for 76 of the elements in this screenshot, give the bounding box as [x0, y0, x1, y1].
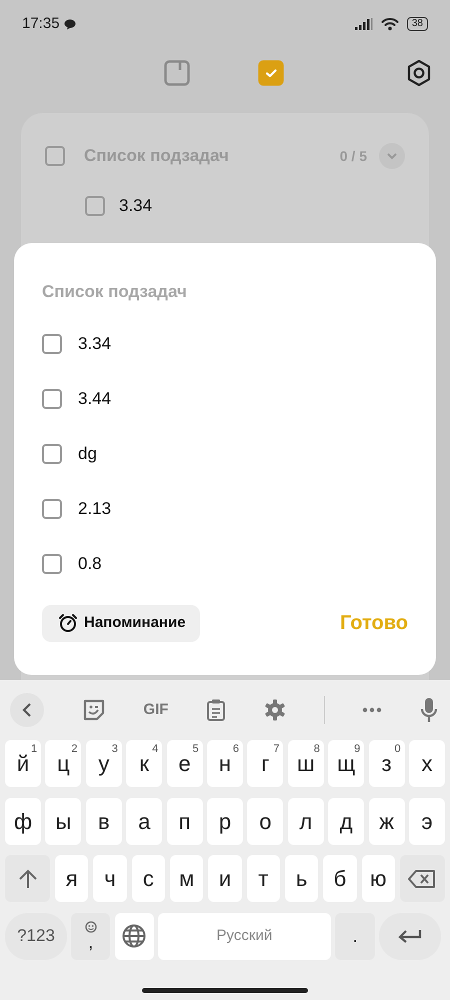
sheet-title: Список подзадач [42, 281, 188, 303]
key[interactable]: ы [45, 798, 82, 844]
key-hint: 6 [232, 742, 240, 757]
key[interactable]: ж [368, 798, 405, 844]
key[interactable]: б [323, 855, 357, 902]
sticker-icon[interactable] [82, 698, 106, 722]
checkbox[interactable] [42, 499, 62, 519]
subtask-text: 3.34 [119, 195, 152, 217]
back-button[interactable] [10, 693, 44, 727]
subtask-text: 3.44 [78, 388, 112, 410]
symbols-key[interactable]: ?123 [5, 912, 67, 960]
globe-icon [122, 924, 146, 948]
note-tab-icon[interactable] [164, 60, 190, 86]
key-hint: 9 [354, 742, 360, 757]
settings-icon[interactable] [406, 59, 432, 87]
key[interactable]: п [166, 798, 203, 844]
key[interactable]: и [208, 855, 242, 902]
arrow-up-icon [18, 868, 38, 888]
key-hint: 1 [30, 742, 38, 757]
checkbox[interactable] [42, 554, 62, 574]
checkbox[interactable] [42, 389, 62, 409]
checkbox[interactable] [42, 444, 62, 464]
key[interactable]: р [206, 798, 244, 844]
key-hint: 4 [152, 742, 158, 757]
checkbox[interactable] [85, 196, 105, 216]
wifi-icon [380, 17, 399, 31]
reminder-button[interactable]: Напоминание [42, 604, 200, 642]
key-hint: 2 [71, 742, 78, 757]
key[interactable]: л [288, 798, 324, 844]
key[interactable]: д [328, 798, 364, 844]
key[interactable]: о [247, 798, 284, 844]
key-hint: 0 [394, 742, 401, 757]
key[interactable]: а [126, 798, 162, 844]
key[interactable]: ь [284, 855, 318, 902]
key-hint: 8 [314, 742, 320, 757]
more-icon[interactable] [362, 707, 382, 713]
enter-key[interactable] [379, 912, 442, 960]
microphone-icon[interactable] [420, 697, 438, 723]
key[interactable]: х [408, 740, 445, 787]
key[interactable]: я [55, 855, 88, 902]
checkbox[interactable] [45, 146, 65, 166]
key-hint: 7 [273, 742, 280, 757]
key-hint: 3 [112, 742, 118, 757]
chevron-down-icon [387, 152, 397, 160]
backspace-icon [408, 870, 436, 888]
subtask-text: 3.34 [78, 333, 112, 356]
emoji-icon [84, 921, 97, 933]
period-key[interactable]: . [335, 912, 376, 960]
comma-key[interactable]: , [71, 912, 110, 960]
subtask-text: dg [78, 443, 97, 466]
gif-button[interactable]: GIF [143, 698, 168, 722]
shift-key[interactable] [5, 855, 50, 902]
key[interactable]: э [408, 798, 445, 844]
signal-icon [354, 18, 373, 30]
key[interactable]: т [246, 855, 280, 902]
key[interactable]: ч [93, 855, 127, 902]
key[interactable]: ф [5, 798, 42, 844]
checklist-tab-icon[interactable] [258, 60, 284, 86]
checkbox[interactable] [42, 334, 62, 354]
chat-bubble-icon [64, 18, 76, 30]
clipboard-icon[interactable] [206, 698, 226, 722]
key[interactable]: в [86, 798, 122, 844]
backspace-key[interactable] [400, 855, 445, 902]
language-key[interactable] [114, 912, 154, 960]
key[interactable]: м [170, 855, 204, 902]
space-key[interactable]: Русский [158, 912, 331, 960]
subtask-text: 0.8 [78, 553, 102, 576]
key[interactable]: ю [362, 855, 395, 902]
chevron-left-icon [22, 702, 32, 718]
alarm-clock-icon [58, 613, 78, 633]
key[interactable]: с [132, 855, 165, 902]
enter-icon [398, 929, 422, 943]
subtask-text: 2.13 [78, 498, 112, 520]
battery-indicator: 38 [406, 17, 428, 31]
key-hint: 5 [192, 742, 199, 757]
clock-text: 17:35 [22, 14, 60, 34]
